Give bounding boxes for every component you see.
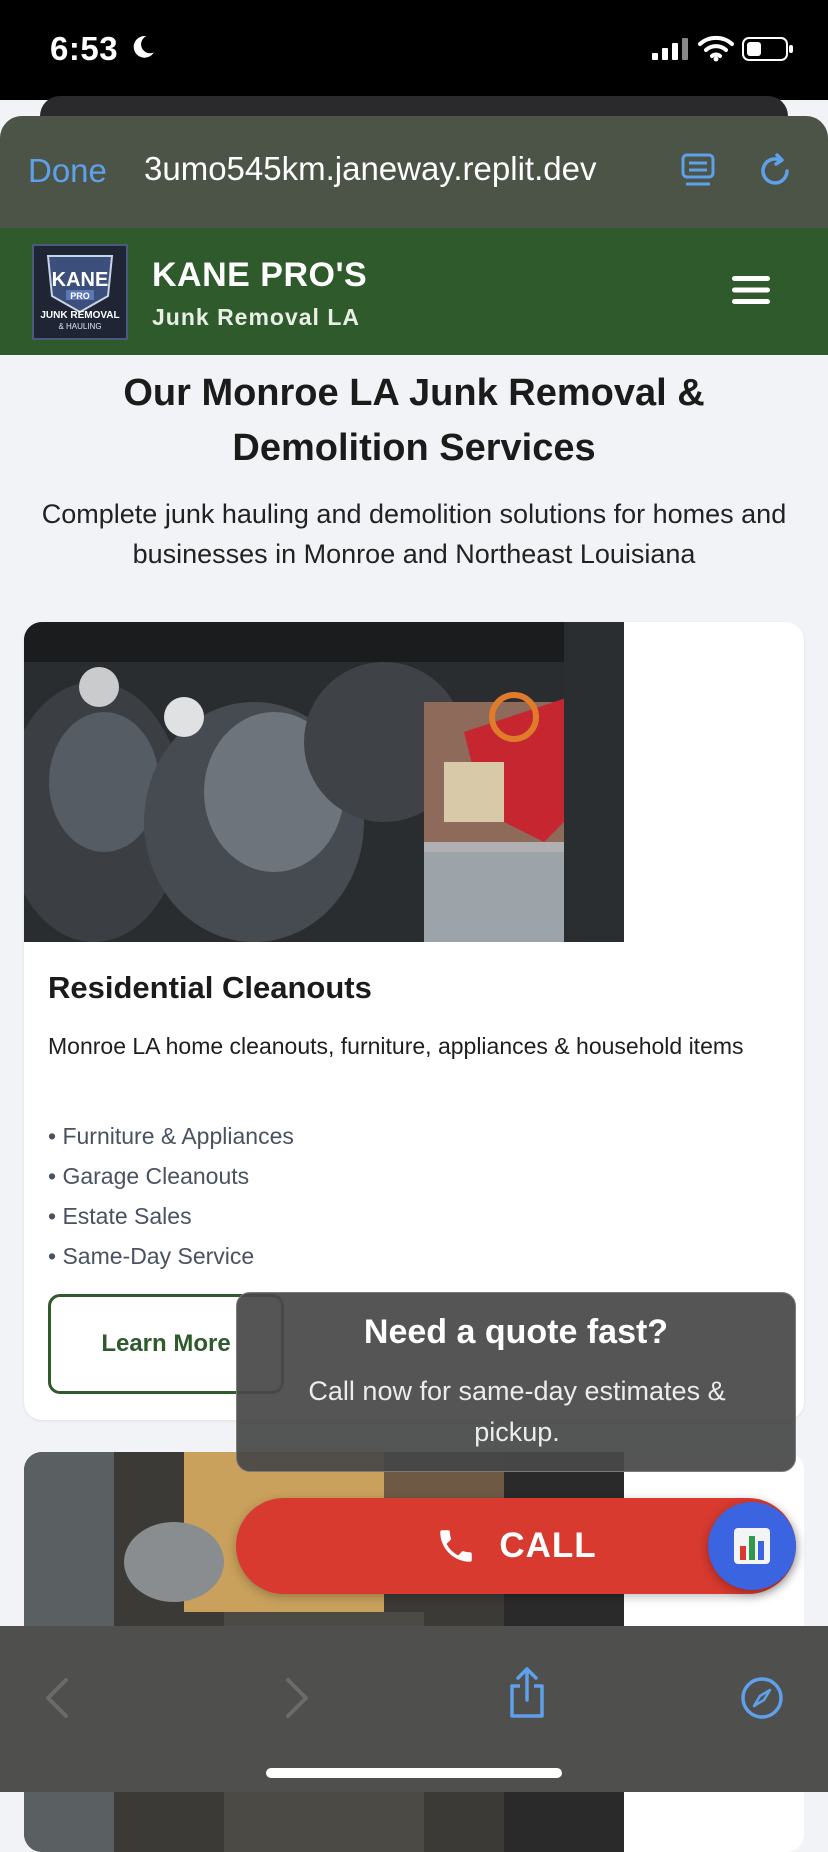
moon-icon	[133, 36, 154, 58]
card-title: Residential Cleanouts	[48, 970, 372, 1005]
phone-icon	[440, 1530, 473, 1562]
compass-icon[interactable]	[740, 1676, 784, 1720]
list-item: Same-Day Service	[48, 1236, 294, 1276]
status-bar: 6:53	[0, 0, 828, 100]
quote-popup-subtitle: Call now for same-day estimates & pickup…	[308, 1376, 726, 1447]
back-arrow-icon[interactable]	[44, 1676, 70, 1720]
section-title: Our Monroe LA Junk Removal & Demolition …	[123, 372, 705, 469]
site-header: KANE PRO JUNK REMOVAL & HAULING KANE PRO…	[0, 228, 828, 355]
bar-chart-icon	[734, 1528, 770, 1564]
kane-pro-logo[interactable]: KANE PRO JUNK REMOVAL & HAULING	[32, 244, 128, 340]
battery-icon	[742, 37, 793, 61]
list-item: Furniture & Appliances	[48, 1116, 293, 1156]
card-description: Monroe LA home cleanouts, furniture, app…	[48, 1033, 744, 1059]
done-button[interactable]: Done	[28, 152, 107, 190]
svg-text:KANE: KANE	[52, 269, 109, 291]
status-time: 6:53	[50, 30, 119, 67]
reload-icon[interactable]	[756, 152, 794, 190]
hamburger-menu-icon[interactable]	[732, 274, 770, 306]
browser-top-bar: Done 3umo545km.janeway.replit.dev	[0, 116, 828, 228]
share-icon[interactable]	[506, 1666, 548, 1720]
logo-graphic: KANE PRO JUNK REMOVAL & HAULING	[40, 255, 120, 331]
quote-popup-title: Need a quote fast?	[363, 1313, 669, 1351]
browser-bottom-toolbar	[0, 1626, 828, 1792]
list-item: Garage Cleanouts	[48, 1156, 294, 1196]
call-button-label: CALL	[499, 1526, 597, 1565]
list-item: Estate Sales	[48, 1196, 294, 1236]
section-subtitle: Complete junk hauling and demolition sol…	[41, 499, 787, 569]
reader-icon[interactable]	[680, 152, 716, 188]
brand-subtitle: Junk Removal LA	[152, 304, 360, 330]
brand-name[interactable]: KANE PRO'S	[152, 256, 367, 295]
quote-popup: Need a quote fast? Call now for same-day…	[236, 1292, 796, 1472]
analytics-fab[interactable]	[708, 1502, 796, 1590]
wifi-icon	[698, 35, 734, 62]
feature-list: Furniture & Appliances Garage Cleanouts …	[48, 1116, 294, 1276]
svg-text:JUNK REMOVAL: JUNK REMOVAL	[40, 310, 119, 321]
home-indicator	[266, 1768, 562, 1778]
forward-arrow-icon[interactable]	[284, 1676, 310, 1720]
url-field[interactable]: 3umo545km.janeway.replit.dev	[144, 150, 654, 188]
cellular-signal-icon	[652, 38, 688, 60]
svg-text:PRO: PRO	[70, 291, 90, 301]
svg-text:& HAULING: & HAULING	[58, 322, 101, 331]
junk-bags-photo	[24, 622, 624, 942]
